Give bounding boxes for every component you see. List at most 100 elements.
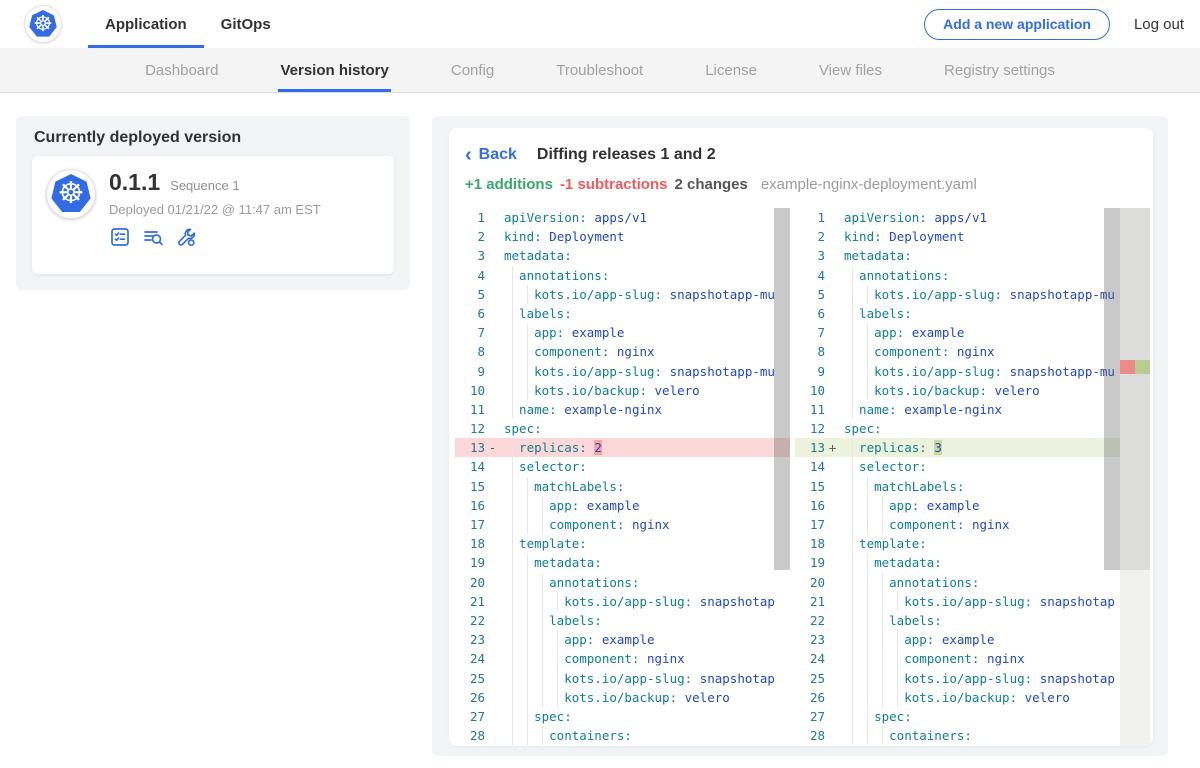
diff-line-8: 8 component: nginx [795,342,1150,361]
additions-count: +1 additions [465,176,553,193]
yaml-key: metadata: [844,248,912,263]
line-number: 26 [795,688,825,707]
indent-guide [852,649,853,668]
line-number: 22 [795,611,825,630]
config-checklist-icon[interactable] [109,226,131,248]
subnav-item-dashboard[interactable]: Dashboard [145,48,218,92]
indent-guide [852,477,853,496]
yaml-value: velero [995,383,1040,398]
code-text: replicas: 2 [500,438,790,457]
diff-line-24: 24 component: nginx [455,649,790,668]
diff-editor-original[interactable]: 1apiVersion: apps/v12kind: Deployment3me… [455,208,790,746]
scrollbar-thumb[interactable] [1104,208,1120,570]
indent-guide [867,496,868,515]
indent-guide [527,573,528,592]
diff-line-11: 11 name: example-nginx [455,400,790,419]
yaml-key: template: [504,536,587,551]
tab-application-label: Application [105,16,187,33]
diff-sign [825,419,840,438]
yaml-key: labels: [504,306,572,321]
line-number: 23 [795,630,825,649]
diff-line-17: 17 component: nginx [795,515,1150,534]
indent-guide [527,669,528,688]
indent-guide [882,726,883,745]
scrollbar-thumb[interactable] [774,208,790,570]
kubernetes-wheel-icon: ☸ [51,174,91,214]
diff-editor-modified[interactable]: 1apiVersion: apps/v12kind: Deployment3me… [795,208,1150,746]
yaml-key: replicas: [504,440,587,455]
yaml-value: nginx [617,344,655,359]
diff-line-27: 27 spec: [455,707,790,726]
diff-card: ‹ Back Diffing releases 1 and 2 +1 addit… [449,128,1153,746]
line-number: 11 [795,400,825,419]
back-button[interactable]: ‹ Back [465,145,517,165]
diff-sign [485,266,500,285]
code-text: app: example [500,323,790,342]
view-logs-icon[interactable] [142,226,164,248]
diff-sign [485,649,500,668]
diff-line-13: 13- replicas: 2 [455,438,790,457]
troubleshoot-tools-icon[interactable] [175,226,197,248]
code-text: kots.io/backup: velero [500,688,790,707]
subnav-item-troubleshoot[interactable]: Troubleshoot [556,48,643,92]
line-number: 9 [795,362,825,381]
diff-line-20: 20 annotations: [795,573,1150,592]
yaml-key: containers: [844,728,972,743]
code-text: app: example [840,630,1150,649]
add-application-button[interactable]: Add a new application [924,9,1110,40]
yaml-value: snapshotap [700,594,775,609]
yaml-key: app: [844,632,934,647]
line-number: 16 [455,496,485,515]
line-number: 9 [455,362,485,381]
diff-line-1: 1apiVersion: apps/v1 [795,208,1150,227]
diff-line-28: 28 containers: [795,726,1150,745]
diff-line-14: 14 selector: [795,457,1150,476]
subnav-item-view-files[interactable]: View files [819,48,882,92]
indent-guide [867,553,868,572]
indent-guide [882,592,883,611]
code-text: annotations: [500,573,790,592]
line-number: 19 [795,553,825,572]
indent-guide [557,630,558,649]
indent-guide [527,496,528,515]
line-number: 14 [455,457,485,476]
diff-sign [825,707,840,726]
logout-link[interactable]: Log out [1134,16,1184,33]
code-text: app: example [500,496,790,515]
indent-guide [867,573,868,592]
yaml-value: snapshotapp-mu [1010,364,1115,379]
yaml-value: example [927,498,980,513]
yaml-key: component: [504,651,639,666]
app-subnav: Dashboard Version history Config Troublesho… [0,48,1200,93]
diff-line-26: 26 kots.io/backup: velero [795,688,1150,707]
indent-guide [512,457,513,476]
overview-added-mark [1135,360,1150,374]
subtractions-count: -1 subtractions [560,176,668,193]
indent-guide [867,630,868,649]
subnav-item-version-history[interactable]: Version history [280,48,388,92]
indent-guide [512,515,513,534]
indent-guide [512,285,513,304]
line-number: 20 [455,573,485,592]
subnav-item-license[interactable]: License [705,48,757,92]
tab-application[interactable]: Application [88,0,204,48]
indent-guide [852,496,853,515]
code-text: component: nginx [500,515,790,534]
yaml-value: example [912,325,965,340]
code-text: spec: [500,707,790,726]
code-text: kots.io/app-slug: snapshotap [500,669,790,688]
diff-stats: +1 additions -1 subtractions 2 changes e… [449,165,1153,193]
diff-line-4: 4 annotations: [455,266,790,285]
indent-guide [852,707,853,726]
indent-guide [512,381,513,400]
diff-line-12: 12spec: [795,419,1150,438]
diff-line-8: 8 component: nginx [455,342,790,361]
subnav-item-registry-settings[interactable]: Registry settings [944,48,1055,92]
yaml-value: 2 [594,440,602,455]
diff-line-25: 25 kots.io/app-slug: snapshotap [455,669,790,688]
yaml-key: spec: [504,709,572,724]
tab-gitops[interactable]: GitOps [204,0,288,48]
subnav-item-config[interactable]: Config [451,48,494,92]
indent-guide [882,515,883,534]
indent-guide [527,726,528,745]
